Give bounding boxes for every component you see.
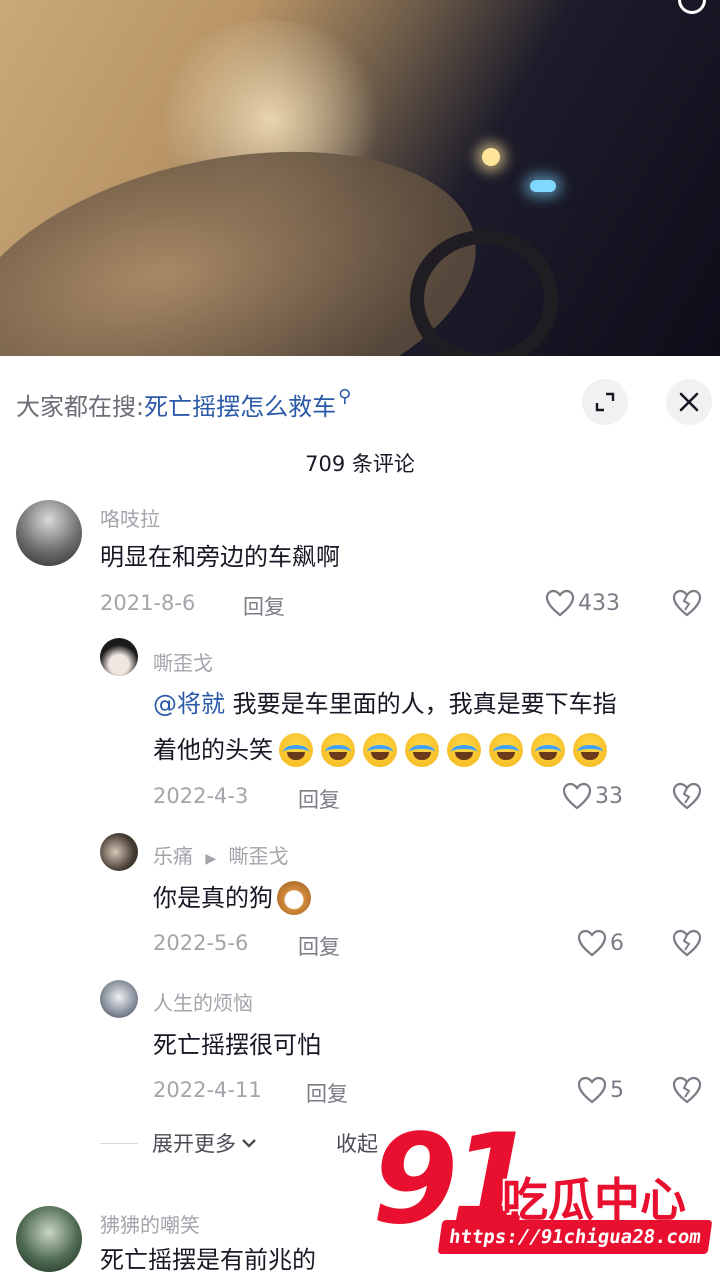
video-player[interactable]	[0, 0, 720, 356]
laugh-cry-emoji-icon	[447, 733, 481, 767]
search-prefix: 大家都在搜:	[16, 392, 145, 421]
comment-text: 死亡摇摆是有前兆的	[100, 1246, 316, 1274]
laugh-cry-emoji-icon	[363, 733, 397, 767]
expand-icon	[595, 392, 615, 412]
comment-text: @将就 我要是车里面的人，我真是要下车指	[153, 682, 617, 726]
expand-more-label: 展开更多	[152, 1132, 236, 1156]
like-button[interactable]: 5	[576, 1075, 624, 1105]
chevron-down-icon	[242, 1139, 256, 1148]
avatar[interactable]	[100, 833, 138, 871]
laugh-cry-emoji-icon	[489, 733, 523, 767]
search-icon[interactable]	[678, 0, 706, 14]
laugh-cry-emoji-icon	[321, 733, 355, 767]
comment-text-line1: 我要是车里面的人，我真是要下车指	[232, 690, 617, 718]
dislike-button[interactable]	[671, 1075, 703, 1109]
reply-to-author[interactable]: 嘶歪戈	[229, 844, 289, 868]
like-count: 433	[578, 590, 620, 616]
watermark-logo: 91 吃瓜中心 https://91chigua28.com	[372, 1118, 720, 1272]
comment-text: 你是真的狗	[153, 884, 273, 912]
broken-heart-icon	[672, 1076, 702, 1104]
search-icon: ⚲	[338, 385, 352, 407]
expand-button[interactable]	[582, 379, 628, 425]
dislike-button[interactable]	[671, 588, 703, 622]
watermark-url: https://91chigua28.com	[437, 1220, 713, 1254]
reply-button[interactable]: 回复	[298, 784, 340, 814]
search-query-link[interactable]: 死亡摇摆怎么救车	[144, 387, 336, 422]
broken-heart-icon	[672, 929, 702, 957]
comment-date: 2022-5-6	[153, 931, 249, 955]
comment-author[interactable]: 嘶歪戈	[153, 647, 213, 676]
laugh-cry-emoji-icon	[279, 733, 313, 767]
comment-date: 2021-8-6	[100, 591, 196, 615]
laugh-cry-emoji-icon	[405, 733, 439, 767]
comment-text-line2: 着他的头笑	[153, 736, 273, 764]
like-button[interactable]: 33	[561, 781, 623, 811]
dislike-button[interactable]	[671, 781, 703, 815]
broken-heart-icon	[672, 589, 702, 617]
comment-text: 死亡摇摆很可怕	[153, 1031, 321, 1059]
close-icon	[679, 392, 699, 412]
heart-icon	[577, 1076, 607, 1104]
comment-count: 709 条评论	[305, 452, 415, 476]
like-count: 6	[610, 930, 624, 956]
comment-date: 2022-4-3	[153, 784, 249, 808]
avatar[interactable]	[100, 638, 138, 676]
laugh-cry-emoji-icon	[531, 733, 565, 767]
comment-text-row: 你是真的狗	[153, 876, 311, 920]
video-wheel	[410, 230, 558, 356]
reply-button[interactable]: 回复	[306, 1078, 348, 1108]
avatar[interactable]	[16, 500, 82, 566]
like-button[interactable]: 433	[544, 588, 620, 618]
reply-arrow-icon: ▶	[205, 851, 217, 867]
heart-icon	[545, 589, 575, 617]
comment-author[interactable]: 人生的烦恼	[153, 987, 253, 1016]
heart-icon	[562, 782, 592, 810]
dislike-button[interactable]	[671, 928, 703, 962]
avatar[interactable]	[100, 980, 138, 1018]
close-button[interactable]	[666, 379, 712, 425]
comment-author[interactable]: 狒狒的嘲笑	[100, 1209, 200, 1238]
avatar[interactable]	[16, 1206, 82, 1272]
like-count: 5	[610, 1077, 624, 1103]
comment-author-row: 乐痛 ▶ 嘶歪戈	[153, 840, 289, 869]
divider	[100, 1142, 138, 1144]
search-suggestion[interactable]: 大家都在搜: 死亡摇摆怎么救车 ⚲	[16, 382, 351, 426]
reply-button[interactable]: 回复	[298, 931, 340, 961]
expand-more-button[interactable]: 展开更多	[100, 1128, 258, 1158]
comment-author[interactable]: 咯吱拉	[100, 503, 160, 532]
like-count: 33	[595, 783, 623, 809]
laugh-cry-emoji-icon	[573, 733, 607, 767]
dog-emoji-icon	[277, 881, 311, 915]
comment-text-line2-row: 着他的头笑	[153, 728, 615, 772]
broken-heart-icon	[672, 782, 702, 810]
mention-link[interactable]: @将就	[153, 690, 225, 718]
reply-button[interactable]: 回复	[243, 591, 285, 621]
comment-author[interactable]: 乐痛	[153, 844, 193, 868]
video-light	[482, 148, 500, 166]
comment-text: 明显在和旁边的车飙啊	[100, 543, 340, 571]
like-button[interactable]: 6	[576, 928, 624, 958]
comment-date: 2022-4-11	[153, 1078, 262, 1102]
video-light	[530, 180, 556, 192]
heart-icon	[577, 929, 607, 957]
